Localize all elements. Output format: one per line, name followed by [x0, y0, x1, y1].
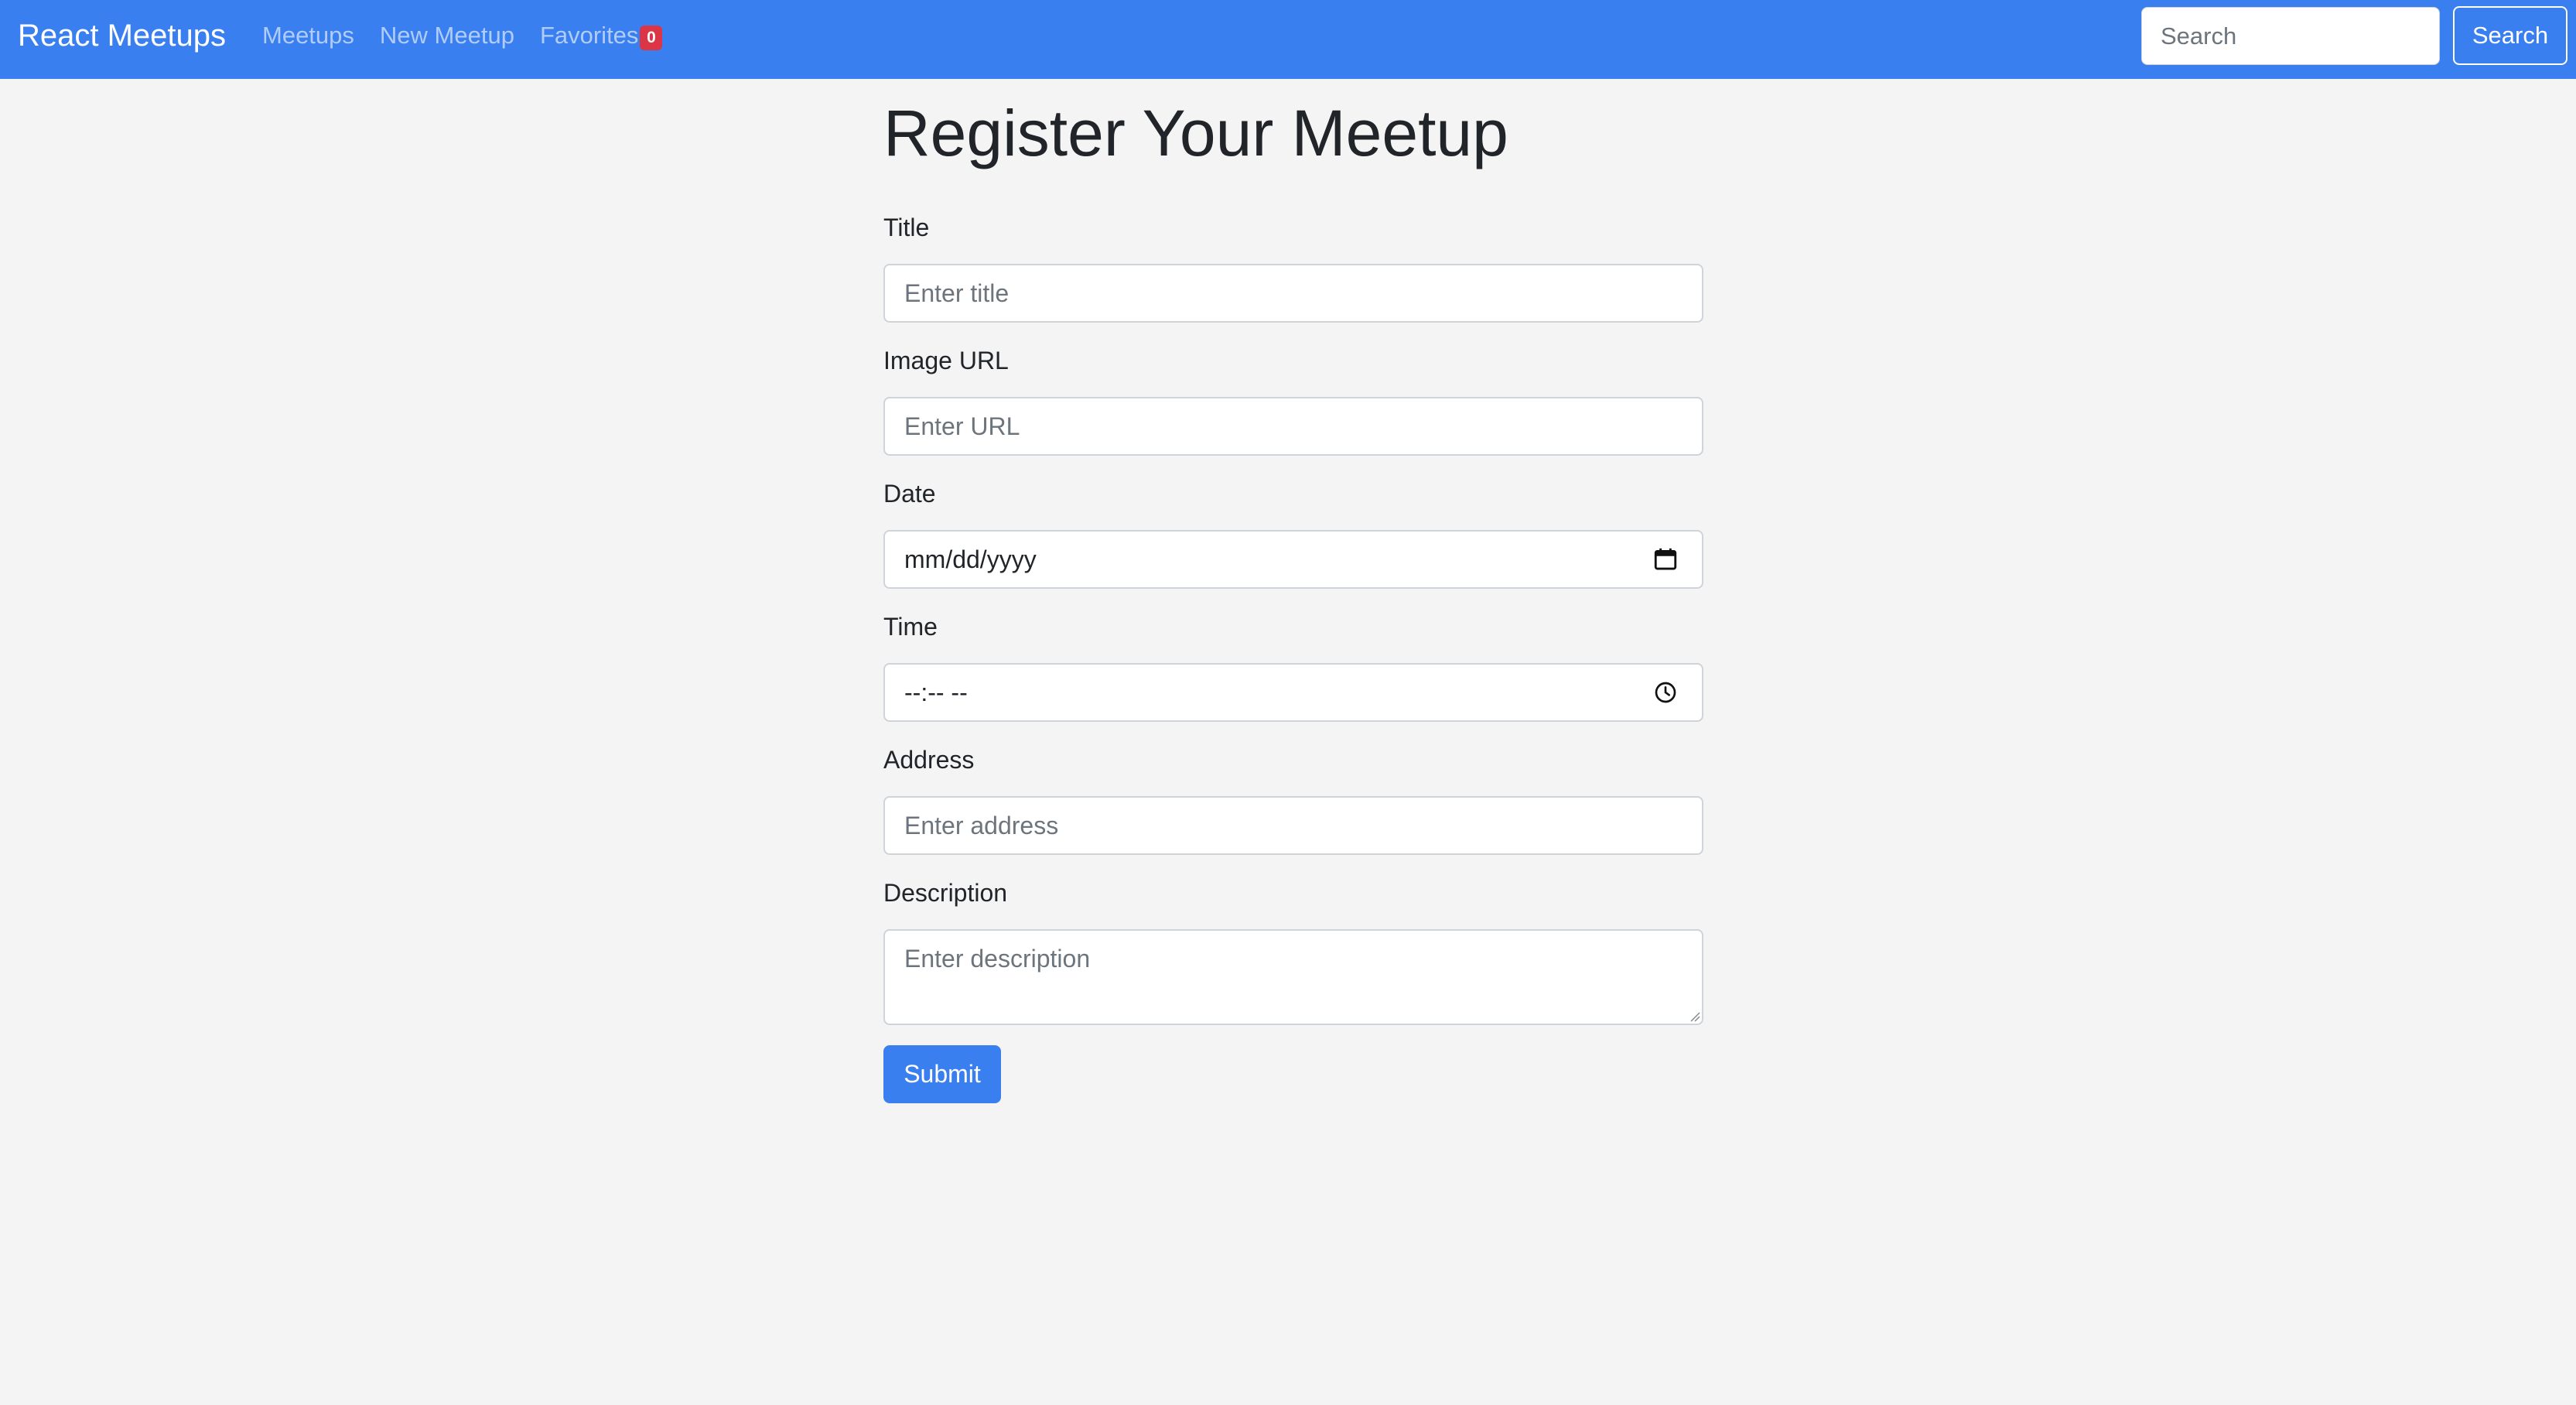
- nav-link-favorites[interactable]: Favorites 0: [539, 19, 663, 53]
- date-field[interactable]: mm/dd/yyyy: [883, 530, 1703, 589]
- address-field[interactable]: [883, 796, 1703, 855]
- resize-grip-icon[interactable]: [1689, 1011, 1700, 1022]
- description-wrapper: [883, 929, 1703, 1025]
- date-field-value: mm/dd/yyyy: [904, 545, 1037, 573]
- search-button[interactable]: Search: [2453, 6, 2567, 65]
- address-label: Address: [883, 746, 975, 774]
- time-label: Time: [883, 613, 938, 641]
- time-field[interactable]: --:-- --: [883, 663, 1703, 722]
- calendar-icon[interactable]: [1652, 546, 1679, 573]
- title-label: Title: [883, 214, 930, 241]
- page-title: Register Your Meetup: [883, 97, 1508, 169]
- brand-link[interactable]: React Meetups: [18, 17, 226, 54]
- description-field[interactable]: [883, 929, 1703, 1025]
- nav-links: Meetups New Meetup Favorites 0: [262, 19, 663, 53]
- top-navbar: React Meetups Meetups New Meetup Favorit…: [0, 0, 2576, 79]
- nav-link-favorites-label: Favorites: [539, 22, 639, 49]
- image-url-label: Image URL: [883, 347, 1009, 374]
- description-label: Description: [883, 879, 1008, 907]
- nav-link-new-meetup[interactable]: New Meetup: [380, 19, 514, 53]
- submit-button[interactable]: Submit: [883, 1045, 1001, 1103]
- search-input[interactable]: [2141, 7, 2440, 65]
- clock-icon[interactable]: [1652, 679, 1679, 706]
- favorites-count-badge: 0: [640, 26, 663, 50]
- title-field[interactable]: [883, 264, 1703, 323]
- nav-link-meetups[interactable]: Meetups: [262, 19, 354, 53]
- date-label: Date: [883, 480, 936, 508]
- time-field-value: --:-- --: [904, 678, 968, 706]
- image-url-field[interactable]: [883, 397, 1703, 456]
